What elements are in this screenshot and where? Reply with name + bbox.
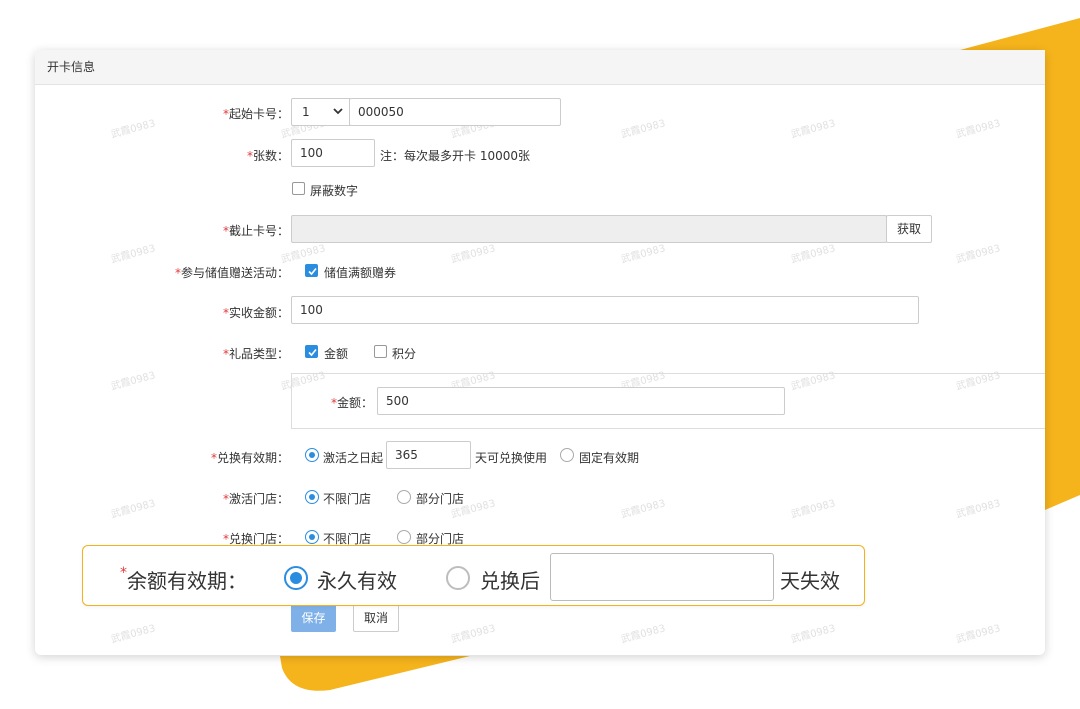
balance-validity-label: *余额有效期：	[120, 565, 247, 593]
activation-store-partial-radio[interactable]	[397, 490, 411, 504]
mask-digits-checkbox[interactable]	[292, 182, 305, 195]
watermark: 武霞0983	[954, 498, 1002, 521]
watermark: 武霞0983	[449, 243, 497, 266]
promo-label: *参与储值赠送活动：	[174, 266, 289, 280]
chevron-down-icon	[333, 108, 343, 115]
watermark: 武霞0983	[449, 623, 497, 646]
mask-digits-label: 屏蔽数字	[310, 184, 359, 198]
cancel-button[interactable]: 取消	[353, 604, 399, 632]
end-card-label: *截止卡号：	[222, 224, 289, 238]
watermark: 武霞0983	[619, 243, 667, 266]
gift-type-points-label: 积分	[392, 347, 417, 361]
promo-option-label: 储值满额赠券	[324, 266, 397, 280]
balance-days-suffix: 天失效	[780, 569, 840, 593]
balance-permanent-label: 永久有效	[317, 569, 397, 593]
watermark: 武霞0983	[109, 243, 157, 266]
watermark: 武霞0983	[789, 623, 837, 646]
redeem-days-suffix: 天可兑换使用	[475, 451, 548, 465]
watermark: 武霞0983	[619, 118, 667, 141]
redeem-store-partial-radio[interactable]	[397, 530, 411, 544]
activation-store-all-radio[interactable]	[305, 490, 319, 504]
activation-store-label: *激活门店：	[222, 492, 289, 506]
count-input[interactable]: 100	[291, 139, 375, 167]
watermark: 武霞0983	[954, 243, 1002, 266]
watermark: 武霞0983	[109, 623, 157, 646]
gift-type-amount-label: 金额	[324, 347, 349, 361]
activation-store-option2-label: 部分门店	[416, 492, 465, 506]
promo-checkbox[interactable]	[305, 264, 318, 277]
watermark: 武霞0983	[954, 118, 1002, 141]
received-amount-input[interactable]: 100	[291, 296, 919, 324]
end-card-input	[291, 215, 887, 243]
watermark: 武霞0983	[109, 370, 157, 393]
watermark: 武霞0983	[619, 498, 667, 521]
received-amount-label: *实收金额：	[222, 306, 289, 320]
activation-store-option1-label: 不限门店	[323, 492, 372, 506]
start-card-label: *起始卡号：	[222, 107, 289, 121]
redeem-store-all-radio[interactable]	[305, 530, 319, 544]
balance-after-redeem-radio[interactable]	[446, 566, 470, 590]
balance-days-input[interactable]	[550, 553, 774, 601]
card-title: 开卡信息	[35, 50, 1045, 85]
balance-validity-callout: *余额有效期： 永久有效 兑换后 天失效	[82, 545, 865, 606]
redeem-validity-label: *兑换有效期：	[210, 451, 289, 465]
gift-type-label: *礼品类型：	[222, 347, 289, 361]
gift-type-points-checkbox[interactable]	[374, 345, 387, 358]
fetch-button[interactable]: 获取	[886, 215, 932, 243]
watermark: 武霞0983	[619, 623, 667, 646]
balance-after-redeem-label: 兑换后	[480, 569, 540, 593]
redeem-validity-option2-label: 固定有效期	[579, 451, 640, 465]
check-icon	[308, 267, 317, 276]
watermark: 武霞0983	[789, 118, 837, 141]
check-icon	[308, 348, 317, 357]
watermark: 武霞0983	[279, 243, 327, 266]
balance-permanent-radio[interactable]	[284, 566, 308, 590]
count-label: *张数：	[246, 149, 289, 163]
watermark: 武霞0983	[789, 498, 837, 521]
watermark: 武霞0983	[789, 243, 837, 266]
redeem-validity-fixed-radio[interactable]	[560, 448, 574, 462]
start-card-input[interactable]: 000050	[349, 98, 561, 126]
redeem-validity-from-activation-radio[interactable]	[305, 448, 319, 462]
gift-amount-label: *金额：	[331, 396, 374, 410]
start-card-select[interactable]: 1	[291, 98, 350, 126]
watermark: 武霞0983	[954, 623, 1002, 646]
gift-type-amount-checkbox[interactable]	[305, 345, 318, 358]
redeem-validity-option1-label: 激活之日起	[323, 451, 384, 465]
redeem-days-input[interactable]: 365	[386, 441, 471, 469]
save-button[interactable]: 保存	[291, 604, 336, 632]
gift-amount-input[interactable]: 500	[377, 387, 785, 415]
count-note: 注：每次最多开卡 10000张	[380, 149, 530, 163]
